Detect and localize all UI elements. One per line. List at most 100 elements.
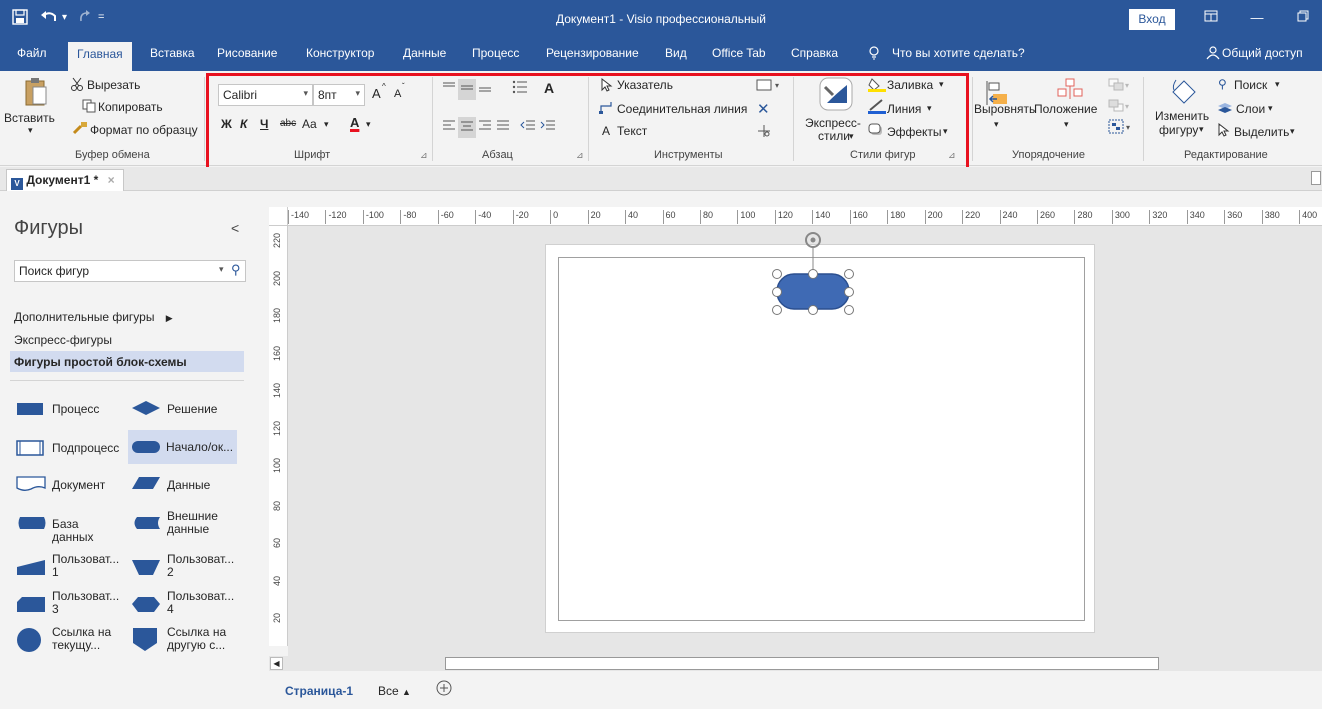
- restore-icon[interactable]: [1288, 6, 1318, 30]
- position-button[interactable]: Положение: [1034, 102, 1097, 116]
- basic-flowchart-label: Фигуры простой блок-схемы: [14, 355, 187, 369]
- tab-review[interactable]: Рецензирование: [546, 46, 639, 60]
- ruler-tick-label: 120: [272, 420, 282, 436]
- scroll-left-icon[interactable]: ◀: [270, 657, 283, 670]
- ribbon-tabs: Файл Главная Вставка Рисование Конструкт…: [0, 38, 1322, 71]
- page-bar: Страница-1 Все ▲: [252, 672, 1322, 709]
- horizontal-scrollbar[interactable]: ◀: [269, 656, 1322, 671]
- resize-handle[interactable]: [772, 305, 782, 315]
- copy-icon[interactable]: [82, 99, 96, 116]
- chevron-down-icon[interactable]: ▾: [1275, 79, 1280, 90]
- layers-button[interactable]: Слои: [1236, 102, 1265, 116]
- ruler-tick-label: -60: [437, 210, 454, 224]
- copy-button[interactable]: Копировать: [98, 100, 163, 114]
- stencil-database-label: База данных: [52, 517, 94, 544]
- ruler-tick-label: 140: [272, 382, 282, 398]
- chevron-down-icon[interactable]: ▾: [994, 119, 999, 130]
- tab-file[interactable]: Файл: [17, 46, 47, 60]
- resize-handle[interactable]: [808, 269, 818, 279]
- resize-handle[interactable]: [844, 269, 854, 279]
- arrange-group-label: Упорядочение: [1012, 149, 1085, 161]
- resize-handle[interactable]: [772, 269, 782, 279]
- paste-icon[interactable]: [24, 77, 48, 110]
- ruler-tick-label: 180: [887, 210, 905, 224]
- selected-terminator-shape[interactable]: [768, 226, 858, 318]
- close-tab-icon[interactable]: ×: [108, 173, 115, 187]
- ribbon-display-icon[interactable]: [1196, 6, 1226, 30]
- all-pages-button[interactable]: Все ▲: [378, 684, 411, 698]
- stencil-subprocess-label: Подпроцесс: [52, 441, 120, 455]
- resize-handle[interactable]: [772, 287, 782, 297]
- share-button[interactable]: Общий доступ: [1222, 46, 1303, 60]
- tab-process[interactable]: Процесс: [472, 46, 519, 60]
- ruler-tick-label: 220: [962, 210, 980, 224]
- format-painter-icon[interactable]: [72, 121, 88, 138]
- change-shape-label-2[interactable]: фигуру: [1159, 123, 1198, 137]
- tab-view[interactable]: Вид: [665, 46, 687, 60]
- resize-handle[interactable]: [844, 287, 854, 297]
- search-shapes-input[interactable]: Поиск фигур ▾ ⚲: [14, 260, 246, 282]
- tab-insert[interactable]: Вставка: [150, 46, 195, 60]
- stencil-on-page-ref-label: Ссылка на текущу...: [52, 625, 112, 652]
- page-tab-1[interactable]: Страница-1: [285, 684, 353, 698]
- document-tab-label: Документ1 *: [26, 173, 99, 187]
- tab-office-tab[interactable]: Office Tab: [712, 46, 766, 60]
- stencil-terminator[interactable]: Начало/ок...: [128, 430, 237, 464]
- tab-data[interactable]: Данные: [403, 46, 446, 60]
- format-painter-button[interactable]: Формат по образцу: [90, 123, 198, 137]
- group-shapes-icon[interactable]: ▾: [1108, 119, 1134, 138]
- stencil-decision-label: Решение: [167, 402, 218, 416]
- new-tab-icon[interactable]: [1311, 171, 1321, 185]
- rotate-handle-icon[interactable]: [805, 232, 821, 248]
- bring-forward-icon[interactable]: ▾: [1108, 78, 1130, 95]
- add-page-icon[interactable]: [435, 679, 453, 700]
- basic-flowchart-item[interactable]: Фигуры простой блок-схемы: [10, 351, 244, 372]
- svg-text:▾: ▾: [1125, 81, 1129, 90]
- align-button[interactable]: Выровнять: [974, 102, 1035, 116]
- quick-shapes-item[interactable]: Экспресс-фигуры: [14, 333, 112, 347]
- chevron-down-icon[interactable]: ▾: [1199, 124, 1204, 135]
- change-shape-icon[interactable]: [1170, 78, 1198, 109]
- paste-button[interactable]: Вставить: [4, 111, 55, 125]
- more-shapes-item[interactable]: Дополнительные фигуры ▶: [14, 310, 173, 324]
- ruler-tick-label: -20: [512, 210, 529, 224]
- cut-icon[interactable]: [70, 77, 84, 94]
- tab-help[interactable]: Справка: [791, 46, 838, 60]
- terminator-shape[interactable]: [776, 273, 850, 310]
- chevron-down-icon[interactable]: ▾: [1268, 103, 1273, 114]
- paste-dropdown-icon[interactable]: ▾: [28, 125, 33, 136]
- collapse-panel-button[interactable]: <: [231, 220, 239, 236]
- document-tab[interactable]: V Документ1 * ×: [6, 169, 124, 191]
- tab-design[interactable]: Конструктор: [306, 46, 374, 60]
- decision-shape-icon: [132, 401, 160, 415]
- share-icon[interactable]: [1206, 46, 1220, 63]
- group-separator: [204, 77, 205, 161]
- signin-button[interactable]: Вход: [1129, 9, 1175, 30]
- resize-handle[interactable]: [808, 305, 818, 315]
- ruler-tick-label: 140: [812, 210, 830, 224]
- change-shape-label[interactable]: Изменить: [1155, 109, 1209, 123]
- visio-doc-icon: V: [11, 178, 23, 190]
- tab-home[interactable]: Главная: [68, 42, 132, 71]
- ruler-tick-label: 400: [1299, 210, 1317, 224]
- stencil-custom-2-label: Пользоват... 2: [167, 552, 235, 579]
- ruler-tick-label: 160: [849, 210, 868, 224]
- resize-handle[interactable]: [844, 305, 854, 315]
- cut-button[interactable]: Вырезать: [87, 78, 140, 92]
- chevron-down-icon[interactable]: ▾: [1290, 126, 1295, 137]
- tab-draw[interactable]: Рисование: [217, 46, 277, 60]
- database-shape-icon: [18, 517, 46, 529]
- send-backward-icon[interactable]: ▾: [1108, 99, 1130, 116]
- scrollbar-thumb[interactable]: [445, 657, 1159, 670]
- tell-me-search[interactable]: Что вы хотите сделать?: [892, 46, 1025, 60]
- search-icon[interactable]: ⚲: [231, 262, 241, 278]
- chevron-right-icon: ▶: [165, 313, 173, 323]
- chevron-down-icon[interactable]: ▾: [1064, 119, 1069, 130]
- terminator-shape-icon: [132, 441, 160, 453]
- more-shapes-label: Дополнительные фигуры: [14, 310, 155, 324]
- stencil-terminator-label: Начало/ок...: [166, 440, 234, 454]
- ruler-tick-label: -80: [400, 210, 416, 224]
- minimize-icon[interactable]: —: [1242, 6, 1272, 30]
- select-button[interactable]: Выделить: [1234, 125, 1289, 139]
- find-button[interactable]: Поиск: [1234, 78, 1267, 92]
